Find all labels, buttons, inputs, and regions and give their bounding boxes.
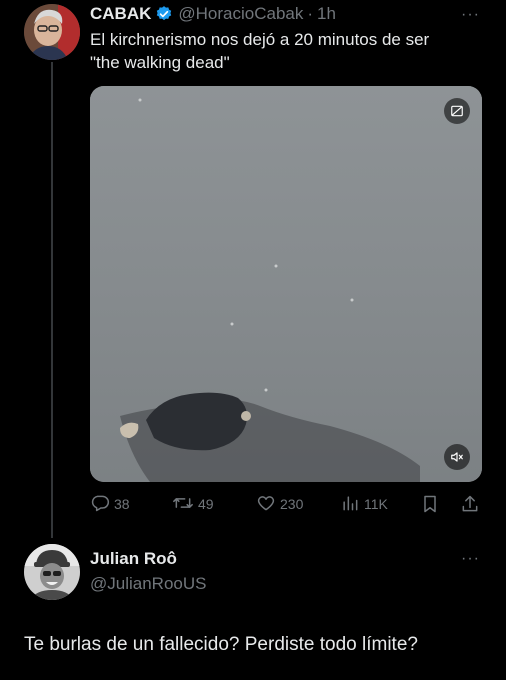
bookmark-icon[interactable] [420, 492, 444, 516]
author-handle[interactable]: @JulianRooUS [90, 574, 206, 594]
more-icon[interactable]: ··· [461, 550, 480, 568]
video-frame [90, 86, 482, 482]
reply-button[interactable]: 38 [90, 492, 130, 516]
retweet-count: 49 [198, 496, 214, 512]
media-toggle-icon[interactable] [444, 98, 470, 124]
avatar[interactable] [24, 4, 80, 60]
reply-icon [90, 493, 114, 516]
tweet-header: CABAK @HoracioCabak · 1h [90, 2, 478, 26]
separator: · [307, 4, 314, 23]
author-handle[interactable]: @HoracioCabak [178, 4, 303, 24]
author-name[interactable]: Julian Roô [90, 549, 177, 569]
verified-badge-icon [155, 5, 173, 23]
author-name[interactable]: CABAK [90, 4, 151, 24]
avatar[interactable] [24, 544, 80, 600]
tweet-text-line: El kirchnerismo nos dejó a 20 minutos de… [90, 30, 430, 49]
reply-count: 38 [114, 496, 130, 512]
like-count: 230 [280, 496, 304, 512]
retweet-button[interactable]: 49 [172, 492, 214, 516]
tweet-text-line: "the walking dead" [90, 53, 230, 72]
retweet-icon [172, 493, 198, 516]
more-icon[interactable]: ··· [461, 6, 480, 24]
views-icon [340, 493, 364, 516]
thread-line [51, 62, 53, 538]
tweet-text: El kirchnerismo nos dejó a 20 minutos de… [90, 28, 490, 74]
share-icon[interactable] [460, 492, 484, 516]
tweet-actions: 38 49 230 11K [90, 492, 482, 516]
views-button[interactable]: 11K [340, 492, 388, 516]
timestamp[interactable]: 1h [317, 4, 336, 24]
video-player[interactable] [90, 86, 482, 482]
like-button[interactable]: 230 [256, 492, 303, 516]
reply-text: Te burlas de un fallecido? Perdiste todo… [24, 634, 418, 655]
mute-icon[interactable] [444, 444, 470, 470]
like-icon [256, 493, 280, 516]
views-count: 11K [364, 496, 388, 512]
